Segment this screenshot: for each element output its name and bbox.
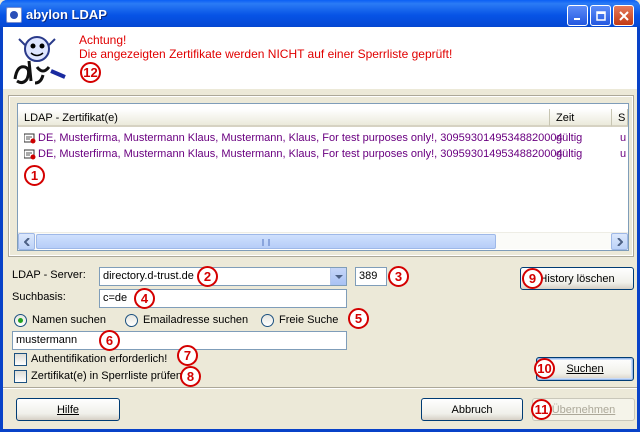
crl-checkbox[interactable] — [14, 370, 27, 383]
column-time[interactable]: Zeit — [550, 109, 612, 127]
chevron-left-icon — [23, 237, 30, 246]
close-icon — [618, 10, 629, 21]
callout-8: 8 — [180, 366, 201, 387]
chevron-right-icon — [616, 237, 623, 246]
footer-divider — [3, 387, 637, 389]
certificate-extra: u — [620, 132, 627, 144]
callout-6: 6 — [99, 330, 120, 351]
port-input[interactable]: 389 — [355, 267, 387, 286]
app-icon — [6, 7, 22, 23]
maximize-button[interactable] — [590, 5, 611, 26]
certificate-state: gültig — [556, 148, 583, 160]
horizontal-scrollbar[interactable] — [18, 232, 628, 250]
warning-message: Die angezeigten Zertifikate werden NICHT… — [79, 47, 453, 61]
searchbase-label: Suchbasis: — [12, 291, 66, 303]
scroll-thumb[interactable] — [36, 234, 496, 249]
callout-4: 4 — [134, 288, 155, 309]
certificate-state: gültig — [556, 132, 583, 144]
warning-title: Achtung! — [79, 33, 127, 47]
auth-label[interactable]: Authentifikation erforderlich! — [31, 353, 167, 365]
server-value: directory.d-trust.de — [103, 270, 194, 282]
callout-2: 2 — [197, 266, 218, 287]
callout-10: 10 — [534, 358, 555, 379]
help-button[interactable]: Hilfe — [16, 398, 120, 421]
certificate-extra: u — [620, 148, 627, 160]
callout-3: 3 — [388, 266, 409, 287]
certificate-list[interactable]: LDAP - Zertifikat(e) Zeit S DE, Musterfi… — [17, 103, 629, 251]
abylon-logo-icon — [13, 36, 66, 85]
list-header: LDAP - Zertifikat(e) Zeit S — [18, 109, 628, 127]
callout-11: 11 — [531, 399, 552, 420]
minimize-button[interactable] — [567, 5, 588, 26]
callout-9: 9 — [522, 268, 543, 289]
title-bar[interactable]: abylon LDAP — [0, 0, 640, 30]
minimize-icon — [573, 17, 580, 20]
radio-free-label[interactable]: Freie Suche — [279, 314, 338, 326]
ldap-window: abylon LDAP Achtung! Die angezeigten Zer… — [0, 0, 640, 432]
callout-12: 12 — [80, 62, 101, 83]
help-button-label: Hilfe — [56, 403, 79, 416]
certificate-icon — [24, 133, 36, 144]
certificate-name: DE, Musterfirma, Mustermann Klaus, Muste… — [38, 132, 563, 144]
chevron-down-icon[interactable] — [330, 268, 346, 285]
search-button-label: Suchen — [566, 363, 604, 375]
callout-5: 5 — [348, 308, 369, 329]
cancel-button[interactable]: Abbruch — [421, 398, 523, 421]
certificate-name: DE, Musterfirma, Mustermann Klaus, Muste… — [38, 148, 563, 160]
crl-label[interactable]: Zertifikat(e) in Sperrliste prüfen! — [31, 370, 185, 382]
maximize-icon — [595, 10, 606, 21]
radio-names-label[interactable]: Namen suchen — [32, 314, 106, 326]
window-title: abylon LDAP — [26, 7, 107, 22]
apply-button-label: Übernehmen — [551, 403, 616, 416]
auth-checkbox[interactable] — [14, 353, 27, 366]
scroll-left-button[interactable] — [18, 233, 35, 250]
column-certificate[interactable]: LDAP - Zertifikat(e) — [18, 109, 550, 127]
certificate-icon — [24, 149, 36, 160]
server-combobox[interactable]: directory.d-trust.de — [99, 267, 347, 286]
column-status[interactable]: S — [612, 109, 628, 127]
close-button[interactable] — [613, 5, 634, 26]
radio-names[interactable] — [14, 314, 27, 327]
radio-email[interactable] — [125, 314, 138, 327]
callout-1: 1 — [24, 165, 45, 186]
callout-7: 7 — [177, 345, 198, 366]
scroll-right-button[interactable] — [611, 233, 628, 250]
radio-email-label[interactable]: Emailadresse suchen — [143, 314, 248, 326]
cancel-button-label: Abbruch — [451, 403, 493, 416]
grip-icon — [262, 239, 270, 246]
server-label: LDAP - Server: — [12, 269, 86, 281]
history-clear-label: History löschen — [539, 272, 615, 285]
radio-free[interactable] — [261, 314, 274, 327]
